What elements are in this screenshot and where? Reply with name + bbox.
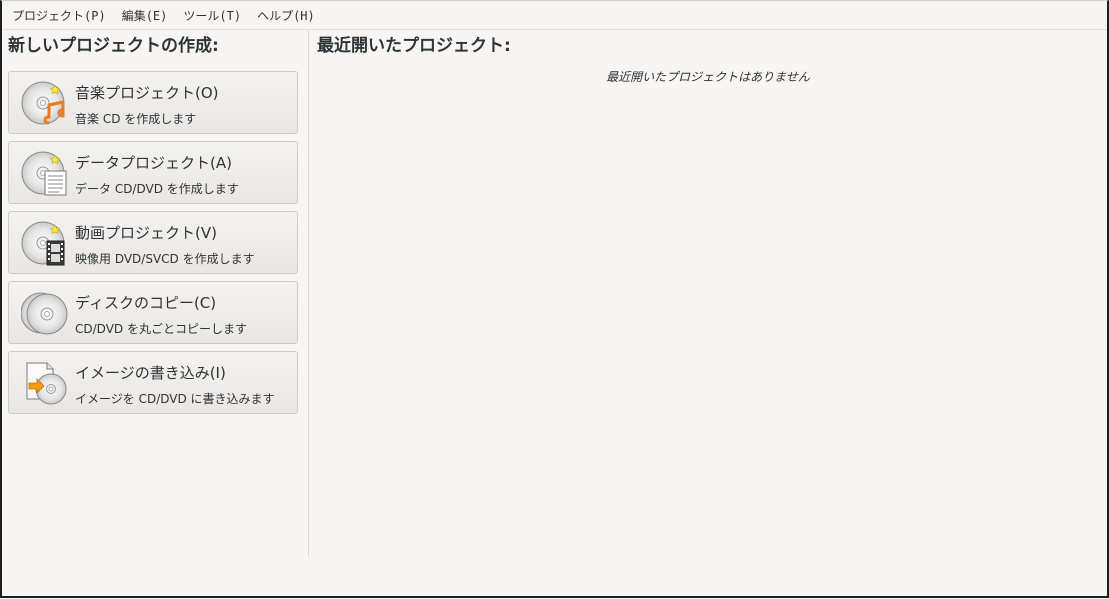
- menu-project[interactable]: プロジェクト(P): [6, 3, 112, 28]
- video-disc-icon: [21, 219, 69, 267]
- data-project-button[interactable]: データプロジェクト(A) データ CD/DVD を作成します: [8, 141, 298, 204]
- audio-disc-icon: [21, 79, 69, 127]
- burn-image-desc: イメージを CD/DVD に書き込みます: [75, 392, 275, 406]
- menu-tools[interactable]: ツール(T): [177, 3, 247, 28]
- menu-edit[interactable]: 編集(E): [116, 3, 174, 28]
- disc-copy-button[interactable]: ディスクのコピー(C) CD/DVD を丸ごとコピーします: [8, 281, 298, 344]
- audio-project-desc: 音楽 CD を作成します: [75, 112, 197, 126]
- video-project-title: 動画プロジェクト(V): [75, 224, 217, 242]
- audio-project-button[interactable]: 音楽プロジェクト(O) 音楽 CD を作成します: [8, 71, 298, 134]
- new-project-pane: 新しいプロジェクトの作成: 音楽プロジェクト(O) 音楽 CD を作成します デ…: [2, 30, 309, 557]
- data-disc-icon: [21, 149, 69, 197]
- burn-image-icon: [21, 359, 69, 407]
- video-project-desc: 映像用 DVD/SVCD を作成します: [75, 252, 255, 266]
- video-project-button[interactable]: 動画プロジェクト(V) 映像用 DVD/SVCD を作成します: [8, 211, 298, 274]
- audio-project-title: 音楽プロジェクト(O): [75, 84, 219, 102]
- disc-copy-title: ディスクのコピー(C): [75, 294, 217, 312]
- disc-copy-desc: CD/DVD を丸ごとコピーします: [75, 322, 247, 336]
- burn-image-title: イメージの書き込み(I): [75, 364, 226, 382]
- recent-projects-empty-message: 最近開いたプロジェクトはありません: [606, 70, 810, 84]
- menubar: プロジェクト(P) 編集(E) ツール(T) ヘルプ(H): [2, 1, 1107, 30]
- disc-copy-icon: [20, 289, 69, 337]
- recent-projects-heading: 最近開いたプロジェクト:: [317, 36, 511, 56]
- recent-projects-pane: 最近開いたプロジェクト: 最近開いたプロジェクトはありません: [309, 30, 1107, 557]
- burn-image-button[interactable]: イメージの書き込み(I) イメージを CD/DVD に書き込みます: [8, 351, 298, 414]
- menu-help[interactable]: ヘルプ(H): [251, 3, 321, 28]
- new-project-heading: 新しいプロジェクトの作成:: [8, 36, 219, 56]
- brasero-window: プロジェクト(P) 編集(E) ツール(T) ヘルプ(H) 新しいプロジェクトの…: [0, 0, 1109, 598]
- data-project-desc: データ CD/DVD を作成します: [75, 182, 239, 196]
- data-project-title: データプロジェクト(A): [75, 154, 232, 172]
